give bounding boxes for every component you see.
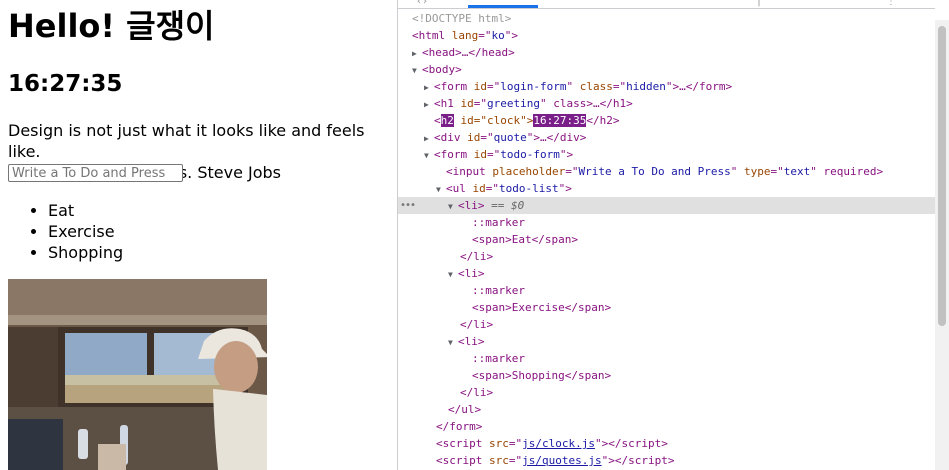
dom-node-marker[interactable]: ::marker — [398, 282, 935, 299]
devtools-tab-icon[interactable]: ‹› — [416, 0, 428, 7]
dom-node-html[interactable]: <html lang="ko"> — [398, 27, 935, 44]
dom-node-h1-greeting[interactable]: ▶ <h1 id="greeting" class>…</h1> — [398, 95, 935, 112]
collapse-arrow-icon[interactable]: ▼ — [448, 266, 458, 283]
devtools-tab-strip: ‹› | ⋮ — [398, 0, 935, 9]
rendered-page: Hello! 글쟁이 16:27:35 Design is not just w… — [0, 0, 397, 470]
dom-node-ul-close[interactable]: </ul> — [398, 401, 935, 418]
greeting-heading: Hello! 글쟁이 — [8, 7, 215, 45]
dom-node-li[interactable]: ▼ <li> — [398, 265, 935, 282]
dom-node-script-quotes[interactable]: <script src="js/quotes.js"></script> — [398, 452, 935, 469]
dom-node-form-close[interactable]: </form> — [398, 418, 935, 435]
dom-node-login-form[interactable]: ▶ <form id="login-form" class="hidden">…<… — [398, 78, 935, 95]
collapse-arrow-icon[interactable]: ▼ — [412, 62, 422, 79]
quote-text: Design is not just what it looks like an… — [8, 121, 365, 161]
dom-node-input[interactable]: <input placeholder="Write a To Do and Pr… — [398, 163, 935, 180]
dom-node-script-clock[interactable]: <script src="js/clock.js"></script> — [398, 435, 935, 452]
highlighted-clock-value: 16:27:35 — [533, 114, 587, 127]
dom-node-doctype[interactable]: <!DOCTYPE html> — [398, 10, 935, 27]
dom-node-span-exercise[interactable]: <span>Exercise</span> — [398, 299, 935, 316]
scrollbar-thumb[interactable] — [938, 26, 946, 326]
todo-item-label: Exercise — [48, 222, 115, 241]
expand-arrow-icon[interactable]: ▶ — [424, 130, 434, 147]
dom-tree: <!DOCTYPE html> <html lang="ko"> ▶ <head>… — [398, 10, 935, 469]
dom-node-quote[interactable]: ▶ <div id="quote">…</div> — [398, 129, 935, 146]
dom-node-head[interactable]: ▶ <head>…</head> — [398, 44, 935, 61]
devtools-panel: ‹› | ⋮ <!DOCTYPE html> <html lang="ko"> … — [398, 0, 949, 470]
collapse-arrow-icon[interactable]: ▼ — [424, 147, 434, 164]
dom-node-li[interactable]: ▼ <li> — [398, 333, 935, 350]
dom-node-span-shopping[interactable]: <span>Shopping</span> — [398, 367, 935, 384]
background-photo — [8, 279, 267, 470]
photo-illustration — [8, 279, 267, 470]
collapse-arrow-icon[interactable]: ▼ — [448, 198, 458, 215]
script-link-quotes[interactable]: js/quotes.js — [522, 454, 601, 467]
devtools-settings-icon[interactable]: ⋮ — [886, 0, 896, 7]
expand-arrow-icon[interactable]: ▶ — [424, 79, 434, 96]
highlighted-tag-name: h2 — [440, 114, 454, 127]
todo-item-eat: Eat — [48, 200, 123, 221]
collapse-arrow-icon[interactable]: ▼ — [448, 334, 458, 351]
dom-node-marker[interactable]: ::marker — [398, 350, 935, 367]
dom-node-marker[interactable]: ::marker — [398, 214, 935, 231]
row-menu-icon[interactable]: ••• — [400, 197, 416, 214]
todo-input[interactable] — [8, 164, 183, 182]
todo-list: Eat Exercise Shopping — [8, 200, 123, 263]
todo-item-exercise: Exercise — [48, 221, 123, 242]
devtools-tab-overflow-icon[interactable]: | — [756, 0, 762, 7]
expand-arrow-icon[interactable]: ▶ — [412, 45, 422, 62]
todo-item-label: Eat — [48, 201, 75, 220]
clock-heading: 16:27:35 — [8, 71, 123, 97]
todo-item-shopping: Shopping — [48, 242, 123, 263]
dom-node-todo-form[interactable]: ▼ <form id="todo-form"> — [398, 146, 935, 163]
collapse-arrow-icon[interactable]: ▼ — [436, 181, 446, 198]
dom-node-todo-list[interactable]: ▼ <ul id="todo-list"> — [398, 180, 935, 197]
dom-node-body[interactable]: ▼ <body> — [398, 61, 935, 78]
elements-tab-indicator[interactable] — [468, 5, 538, 8]
dom-node-h2-clock[interactable]: <h2 id="clock">16:27:35</h2> — [398, 112, 935, 129]
dom-node-li-close[interactable]: </li> — [398, 384, 935, 401]
dom-node-li-selected[interactable]: ••• ▼ <li> == $0 — [398, 197, 935, 214]
dom-node-li-close[interactable]: </li> — [398, 248, 935, 265]
dom-node-li-close[interactable]: </li> — [398, 316, 935, 333]
expand-arrow-icon[interactable]: ▶ — [424, 96, 434, 113]
devtools-scrollbar[interactable] — [935, 20, 949, 470]
script-link-clock[interactable]: js/clock.js — [522, 437, 595, 450]
todo-item-label: Shopping — [48, 243, 124, 262]
dom-node-span-eat[interactable]: <span>Eat</span> — [398, 231, 935, 248]
